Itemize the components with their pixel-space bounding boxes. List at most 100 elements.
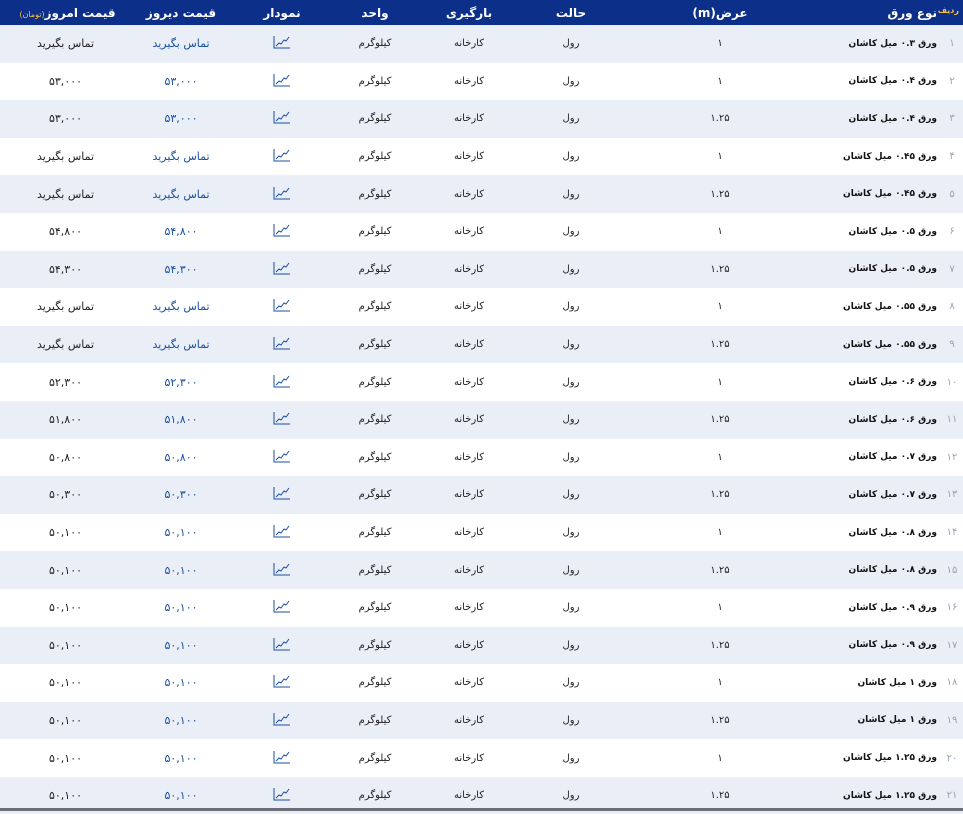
row-chart-cell (231, 63, 333, 101)
row-width: ۱ (621, 439, 819, 477)
row-name: ورق ۱ میل کاشان (857, 715, 937, 726)
chart-icon[interactable] (273, 224, 291, 240)
row-width-value: ۱.۲۵ (710, 790, 730, 802)
row-loading: کارخانه (453, 414, 484, 426)
header-name: نوع ورق (887, 5, 938, 20)
row-today-price: ۵۰,۱۰۰ (48, 713, 83, 727)
table-row: ۱۳ ورق ۰.۷ میل کاشان ۱.۲۵ رول کارخانه کیلوگرم… (0, 476, 963, 514)
row-unit: کیلوگرم (358, 639, 392, 651)
row-state: رول (521, 25, 621, 63)
row-loading: کارخانه (453, 376, 484, 388)
chart-icon[interactable] (273, 750, 291, 767)
row-loading: کارخانه (453, 339, 484, 351)
row-today-price: ۵۰,۱۰۰ (48, 526, 83, 540)
chart-icon[interactable] (273, 186, 291, 203)
row-width-value: ۱.۲۵ (710, 113, 730, 125)
row-width: ۱ (621, 739, 819, 777)
row-width: ۱.۲۵ (621, 551, 819, 589)
table-row: ۱۶ ورق ۰.۹ میل کاشان ۱ رول کارخانه کیلوگرم ۵۰,… (0, 589, 963, 627)
row-loading: کارخانه (453, 451, 484, 463)
row-yesterday-price[interactable]: ۵۰,۱۰۰ (131, 664, 231, 702)
row-index: ۲ (949, 75, 955, 87)
chart-icon[interactable] (273, 712, 291, 729)
chart-icon[interactable] (273, 111, 291, 127)
row-today-price: ۵۳,۰۰۰ (48, 74, 83, 88)
row-yesterday-price[interactable]: ۵۰,۱۰۰ (131, 589, 231, 627)
row-name: ورق ۰.۴۵ میل کاشان (843, 189, 937, 200)
chart-icon[interactable] (273, 337, 291, 353)
row-yesterday-price[interactable]: تماس بگیرید (131, 326, 231, 364)
row-yesterday-price[interactable]: ۵۴,۳۰۰ (131, 251, 231, 289)
chart-icon[interactable] (273, 261, 291, 278)
row-name: ورق ۰.۷ میل کاشان (848, 452, 937, 463)
row-chart-cell (231, 627, 333, 665)
row-chart-cell (231, 288, 333, 326)
table-header-row: ردیف نوع ورق عرض(m) حالت بارگیری واحد نم… (0, 0, 963, 25)
row-yesterday-price[interactable]: ۵۰,۸۰۰ (131, 439, 231, 477)
row-yesterday-price[interactable]: ۵۰,۳۰۰ (131, 476, 231, 514)
row-yesterday-price[interactable]: ۵۳,۰۰۰ (131, 63, 231, 101)
row-yesterday-price[interactable]: ۵۴,۸۰۰ (131, 213, 231, 251)
row-yesterday-price[interactable]: تماس بگیرید (131, 288, 231, 326)
row-yesterday-price[interactable]: ۵۰,۱۰۰ (131, 514, 231, 552)
row-state-value: رول (562, 75, 580, 87)
row-state: رول (521, 175, 621, 213)
chart-icon[interactable] (273, 487, 291, 503)
row-chart-cell (231, 251, 333, 289)
chart-icon[interactable] (273, 299, 291, 315)
row-width: ۱.۲۵ (621, 251, 819, 289)
row-index: ۱۵ (946, 564, 958, 576)
row-index: ۷ (949, 263, 955, 275)
row-loading: کارخانه (453, 489, 484, 501)
chart-icon[interactable] (273, 600, 291, 616)
chart-icon[interactable] (273, 675, 291, 691)
row-name: ورق ۰.۴ میل کاشان (848, 76, 937, 87)
chart-icon[interactable] (273, 525, 291, 541)
row-width: ۱ (621, 589, 819, 627)
row-yesterday-price[interactable]: ۵۰,۱۰۰ (131, 702, 231, 740)
chart-icon[interactable] (273, 36, 291, 52)
chart-icon[interactable] (273, 73, 291, 90)
chart-icon[interactable] (273, 637, 291, 654)
row-width: ۱.۲۵ (621, 175, 819, 213)
chart-icon[interactable] (273, 412, 291, 428)
row-name: ورق ۰.۸ میل کاشان (848, 565, 937, 576)
chart-icon[interactable] (273, 788, 291, 804)
row-yesterday-price[interactable]: ۵۳,۰۰۰ (131, 100, 231, 138)
table-row: ۷ ورق ۰.۵ میل کاشان ۱.۲۵ رول کارخانه کیلوگرم ۵… (0, 250, 963, 289)
chart-icon[interactable] (273, 562, 291, 579)
row-yesterday-price[interactable]: ۵۰,۱۰۰ (131, 627, 231, 665)
row-loading: کارخانه (453, 677, 484, 689)
row-yesterday-price[interactable]: تماس بگیرید (131, 25, 231, 63)
row-yesterday-price[interactable]: ۵۰,۱۰۰ (131, 739, 231, 777)
row-yesterday-price[interactable]: تماس بگیرید (131, 138, 231, 176)
table-row: ۵ ورق ۰.۴۵ میل کاشان ۱.۲۵ رول کارخانه کیلوگرم… (0, 175, 963, 213)
row-today-price: تماس بگیرید (36, 37, 95, 51)
row-yesterday-price[interactable]: ۵۱,۸۰۰ (131, 401, 231, 439)
row-yesterday-price[interactable]: ۵۰,۱۰۰ (131, 551, 231, 589)
row-unit: کیلوگرم (358, 113, 392, 125)
row-state-value: رول (562, 38, 580, 50)
chart-icon[interactable] (273, 449, 291, 466)
row-width-value: ۱ (717, 602, 723, 614)
table-row: ۶ ورق ۰.۵ میل کاشان ۱ رول کارخانه کیلوگرم ۵۴,۸… (0, 213, 963, 251)
row-today-price: ۵۰,۱۰۰ (48, 563, 83, 577)
row-state: رول (521, 138, 621, 176)
row-today-price: ۵۰,۳۰۰ (48, 488, 83, 502)
row-state: رول (521, 739, 621, 777)
row-chart-cell (231, 664, 333, 702)
row-unit: کیلوگرم (358, 301, 392, 313)
row-chart-cell (231, 175, 333, 213)
chart-icon[interactable] (273, 149, 291, 165)
row-index: ۱۹ (946, 714, 958, 726)
row-name: ورق ۰.۴ میل کاشان (848, 113, 937, 124)
chart-icon[interactable] (273, 374, 291, 391)
row-yesterday-price[interactable]: تماس بگیرید (131, 175, 231, 213)
row-width: ۱.۲۵ (621, 476, 819, 514)
row-width-value: ۱.۲۵ (710, 564, 730, 576)
row-unit: کیلوگرم (358, 151, 392, 163)
row-state: رول (521, 401, 621, 439)
row-yesterday-price[interactable]: ۵۲,۳۰۰ (131, 363, 231, 401)
row-unit: کیلوگرم (358, 75, 392, 87)
row-chart-cell (231, 702, 333, 740)
